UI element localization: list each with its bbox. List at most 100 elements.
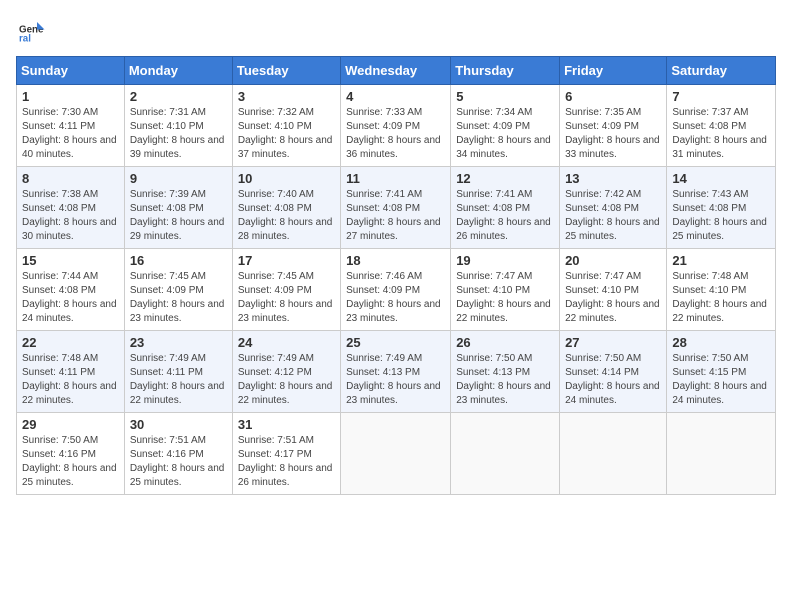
- day-number: 29: [22, 417, 119, 432]
- calendar-table: SundayMondayTuesdayWednesdayThursdayFrid…: [16, 56, 776, 495]
- empty-cell: [560, 413, 667, 495]
- calendar-day-11: 11 Sunrise: 7:41 AMSunset: 4:08 PMDayligh…: [341, 167, 451, 249]
- day-info: Sunrise: 7:44 AMSunset: 4:08 PMDaylight:…: [22, 270, 119, 326]
- day-number: 2: [130, 89, 227, 104]
- day-info: Sunrise: 7:50 AMSunset: 4:14 PMDaylight:…: [565, 352, 661, 408]
- day-number: 28: [672, 335, 770, 350]
- day-number: 18: [346, 253, 445, 268]
- day-info: Sunrise: 7:51 AMSunset: 4:17 PMDaylight:…: [238, 434, 335, 490]
- weekday-header-tuesday: Tuesday: [232, 57, 340, 85]
- calendar-day-16: 16 Sunrise: 7:45 AMSunset: 4:09 PMDayligh…: [124, 249, 232, 331]
- day-info: Sunrise: 7:33 AMSunset: 4:09 PMDaylight:…: [346, 106, 445, 162]
- day-number: 1: [22, 89, 119, 104]
- day-info: Sunrise: 7:32 AMSunset: 4:10 PMDaylight:…: [238, 106, 335, 162]
- weekday-header-wednesday: Wednesday: [341, 57, 451, 85]
- day-number: 15: [22, 253, 119, 268]
- day-info: Sunrise: 7:47 AMSunset: 4:10 PMDaylight:…: [565, 270, 661, 326]
- calendar-week-4: 22Sunrise: 7:48 AMSunset: 4:11 PMDayligh…: [17, 331, 776, 413]
- logo-icon: Gene ral: [16, 16, 46, 46]
- day-info: Sunrise: 7:50 AMSunset: 4:13 PMDaylight:…: [456, 352, 554, 408]
- day-number: 20: [565, 253, 661, 268]
- weekday-header-thursday: Thursday: [451, 57, 560, 85]
- calendar-day-19: 19 Sunrise: 7:47 AMSunset: 4:10 PMDayligh…: [451, 249, 560, 331]
- empty-cell: [667, 413, 776, 495]
- day-info: Sunrise: 7:37 AMSunset: 4:08 PMDaylight:…: [672, 106, 770, 162]
- day-info: Sunrise: 7:34 AMSunset: 4:09 PMDaylight:…: [456, 106, 554, 162]
- day-number: 16: [130, 253, 227, 268]
- calendar-day-24: 24 Sunrise: 7:49 AMSunset: 4:12 PMDayligh…: [232, 331, 340, 413]
- day-number: 26: [456, 335, 554, 350]
- day-info: Sunrise: 7:42 AMSunset: 4:08 PMDaylight:…: [565, 188, 661, 244]
- calendar-day-4: 4 Sunrise: 7:33 AMSunset: 4:09 PMDaylight…: [341, 85, 451, 167]
- day-number: 30: [130, 417, 227, 432]
- calendar-day-29: 29 Sunrise: 7:50 AMSunset: 4:16 PMDayligh…: [17, 413, 125, 495]
- day-info: Sunrise: 7:40 AMSunset: 4:08 PMDaylight:…: [238, 188, 335, 244]
- weekday-header-saturday: Saturday: [667, 57, 776, 85]
- day-info: Sunrise: 7:50 AMSunset: 4:15 PMDaylight:…: [672, 352, 770, 408]
- calendar-day-30: 30 Sunrise: 7:51 AMSunset: 4:16 PMDayligh…: [124, 413, 232, 495]
- calendar-week-5: 29 Sunrise: 7:50 AMSunset: 4:16 PMDayligh…: [17, 413, 776, 495]
- day-number: 12: [456, 171, 554, 186]
- calendar-day-13: 13 Sunrise: 7:42 AMSunset: 4:08 PMDayligh…: [560, 167, 667, 249]
- weekday-header-friday: Friday: [560, 57, 667, 85]
- calendar-day-2: 2 Sunrise: 7:31 AMSunset: 4:10 PMDaylight…: [124, 85, 232, 167]
- day-info: Sunrise: 7:45 AMSunset: 4:09 PMDaylight:…: [238, 270, 335, 326]
- day-number: 19: [456, 253, 554, 268]
- calendar-day-25: 25 Sunrise: 7:49 AMSunset: 4:13 PMDayligh…: [341, 331, 451, 413]
- day-info: Sunrise: 7:41 AMSunset: 4:08 PMDaylight:…: [456, 188, 554, 244]
- day-number: 17: [238, 253, 335, 268]
- calendar-day-12: 12 Sunrise: 7:41 AMSunset: 4:08 PMDayligh…: [451, 167, 560, 249]
- calendar-day-20: 20 Sunrise: 7:47 AMSunset: 4:10 PMDayligh…: [560, 249, 667, 331]
- day-number: 31: [238, 417, 335, 432]
- day-number: 11: [346, 171, 445, 186]
- day-number: 7: [672, 89, 770, 104]
- day-number: 14: [672, 171, 770, 186]
- day-number: 10: [238, 171, 335, 186]
- calendar-day-6: 6Sunrise: 7:35 AMSunset: 4:09 PMDaylight…: [560, 85, 667, 167]
- calendar-week-3: 15 Sunrise: 7:44 AMSunset: 4:08 PMDayligh…: [17, 249, 776, 331]
- weekday-header-sunday: Sunday: [17, 57, 125, 85]
- calendar-day-28: 28 Sunrise: 7:50 AMSunset: 4:15 PMDayligh…: [667, 331, 776, 413]
- day-info: Sunrise: 7:48 AMSunset: 4:11 PMDaylight:…: [22, 352, 119, 408]
- day-number: 5: [456, 89, 554, 104]
- calendar-day-10: 10 Sunrise: 7:40 AMSunset: 4:08 PMDayligh…: [232, 167, 340, 249]
- day-number: 25: [346, 335, 445, 350]
- calendar-day-22: 22Sunrise: 7:48 AMSunset: 4:11 PMDayligh…: [17, 331, 125, 413]
- calendar-day-27: 27Sunrise: 7:50 AMSunset: 4:14 PMDayligh…: [560, 331, 667, 413]
- svg-text:ral: ral: [19, 34, 31, 45]
- calendar-day-17: 17 Sunrise: 7:45 AMSunset: 4:09 PMDayligh…: [232, 249, 340, 331]
- day-info: Sunrise: 7:49 AMSunset: 4:12 PMDaylight:…: [238, 352, 335, 408]
- day-number: 6: [565, 89, 661, 104]
- weekday-header-row: SundayMondayTuesdayWednesdayThursdayFrid…: [17, 57, 776, 85]
- day-number: 24: [238, 335, 335, 350]
- day-info: Sunrise: 7:47 AMSunset: 4:10 PMDaylight:…: [456, 270, 554, 326]
- day-number: 3: [238, 89, 335, 104]
- weekday-header-monday: Monday: [124, 57, 232, 85]
- day-info: Sunrise: 7:51 AMSunset: 4:16 PMDaylight:…: [130, 434, 227, 490]
- calendar-day-3: 3 Sunrise: 7:32 AMSunset: 4:10 PMDaylight…: [232, 85, 340, 167]
- day-info: Sunrise: 7:41 AMSunset: 4:08 PMDaylight:…: [346, 188, 445, 244]
- day-info: Sunrise: 7:50 AMSunset: 4:16 PMDaylight:…: [22, 434, 119, 490]
- calendar-day-7: 7 Sunrise: 7:37 AMSunset: 4:08 PMDaylight…: [667, 85, 776, 167]
- day-info: Sunrise: 7:45 AMSunset: 4:09 PMDaylight:…: [130, 270, 227, 326]
- calendar-day-15: 15 Sunrise: 7:44 AMSunset: 4:08 PMDayligh…: [17, 249, 125, 331]
- day-info: Sunrise: 7:39 AMSunset: 4:08 PMDaylight:…: [130, 188, 227, 244]
- page-header: Gene ral: [16, 16, 776, 46]
- day-number: 23: [130, 335, 227, 350]
- day-info: Sunrise: 7:48 AMSunset: 4:10 PMDaylight:…: [672, 270, 770, 326]
- calendar-day-14: 14Sunrise: 7:43 AMSunset: 4:08 PMDayligh…: [667, 167, 776, 249]
- empty-cell: [451, 413, 560, 495]
- calendar-day-31: 31 Sunrise: 7:51 AMSunset: 4:17 PMDayligh…: [232, 413, 340, 495]
- logo: Gene ral: [16, 16, 50, 46]
- day-info: Sunrise: 7:38 AMSunset: 4:08 PMDaylight:…: [22, 188, 119, 244]
- calendar-day-9: 9 Sunrise: 7:39 AMSunset: 4:08 PMDaylight…: [124, 167, 232, 249]
- day-info: Sunrise: 7:46 AMSunset: 4:09 PMDaylight:…: [346, 270, 445, 326]
- day-number: 4: [346, 89, 445, 104]
- empty-cell: [341, 413, 451, 495]
- calendar-day-8: 8Sunrise: 7:38 AMSunset: 4:08 PMDaylight…: [17, 167, 125, 249]
- day-number: 13: [565, 171, 661, 186]
- day-info: Sunrise: 7:31 AMSunset: 4:10 PMDaylight:…: [130, 106, 227, 162]
- day-info: Sunrise: 7:49 AMSunset: 4:11 PMDaylight:…: [130, 352, 227, 408]
- day-info: Sunrise: 7:49 AMSunset: 4:13 PMDaylight:…: [346, 352, 445, 408]
- day-number: 9: [130, 171, 227, 186]
